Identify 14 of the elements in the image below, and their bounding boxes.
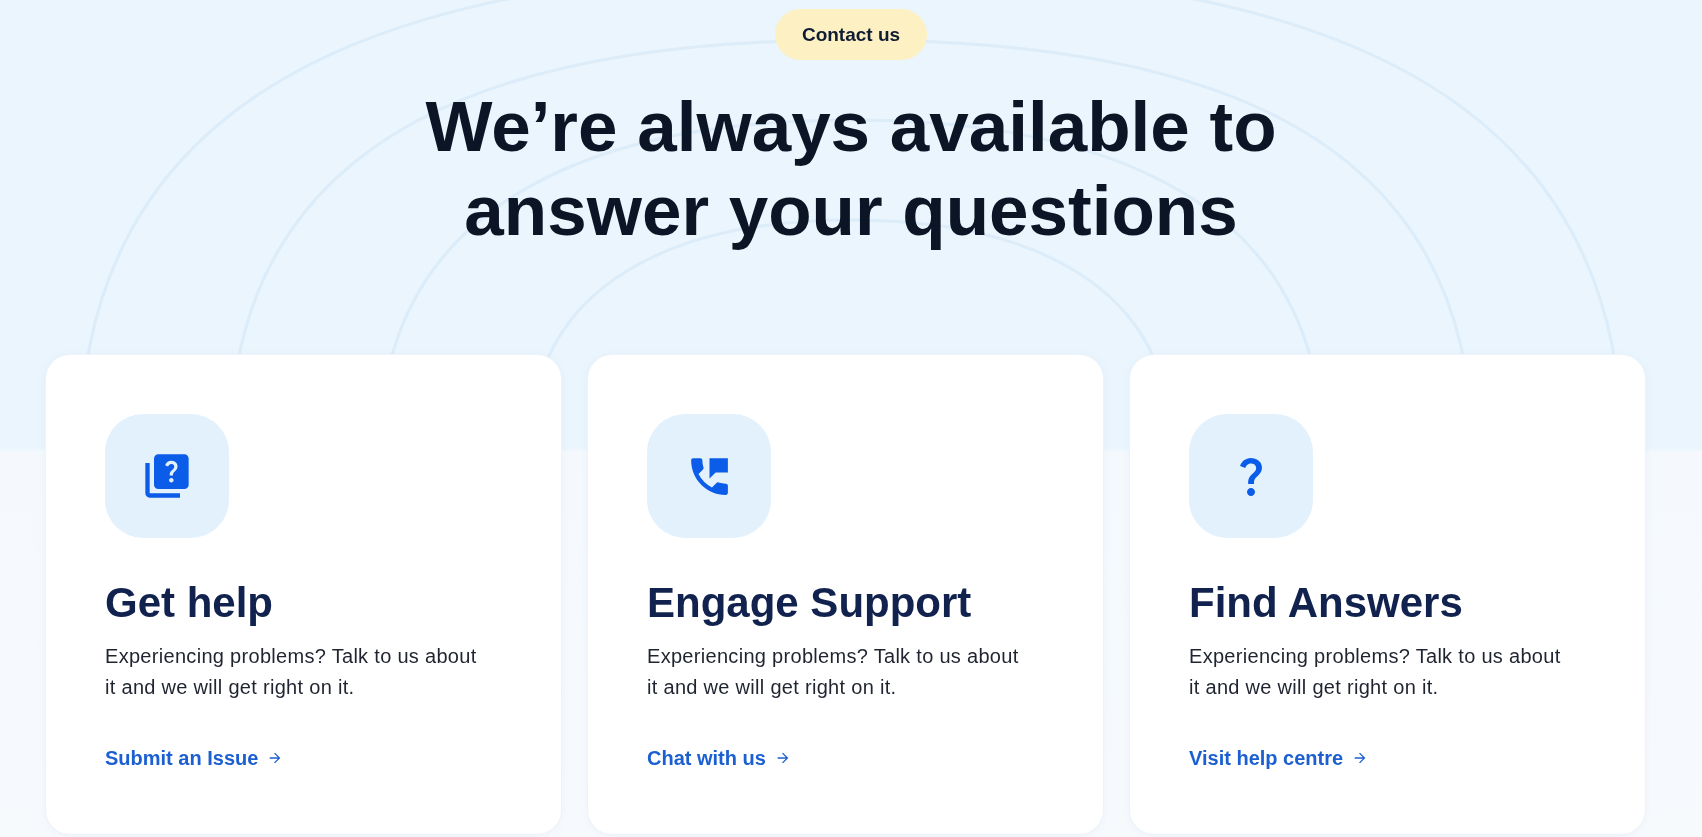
card-description: Experiencing problems? Talk to us about it and we will get right on it. bbox=[105, 644, 478, 700]
section-tag: Contact us bbox=[774, 9, 928, 60]
phone-message-icon bbox=[647, 414, 771, 538]
card-description: Experiencing problems? Talk to us about it and we will get right on it. bbox=[1189, 644, 1562, 700]
card-title: Get help bbox=[105, 578, 274, 628]
question-mark-icon bbox=[1189, 414, 1313, 538]
card-link[interactable]: Submit an Issue bbox=[105, 746, 284, 770]
card-title: Engage Support bbox=[647, 578, 972, 628]
card-link[interactable]: Chat with us bbox=[647, 746, 791, 770]
card-link[interactable]: Visit help centre bbox=[1189, 746, 1369, 770]
page-heading: We’re always available to answer your questions bbox=[424, 86, 1278, 252]
card-description: Experiencing problems? Talk to us about it and we will get right on it. bbox=[647, 644, 1020, 700]
card-title: Find Answers bbox=[1189, 578, 1463, 628]
stacked-question-icon bbox=[105, 414, 229, 538]
